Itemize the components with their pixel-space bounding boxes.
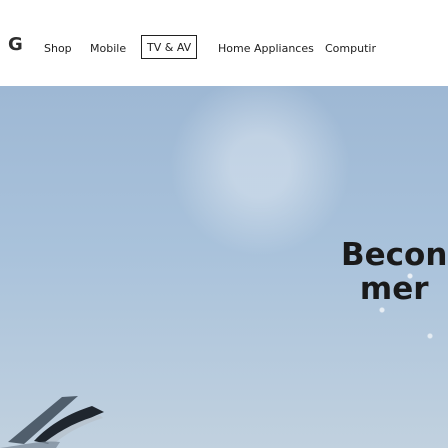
hero-banner[interactable]: Becon mer (0, 86, 448, 448)
top-navigation: G Shop Mobile TV & AV Home Appliances Co… (0, 0, 448, 86)
nav-item-home-appliances[interactable]: Home Appliances (218, 42, 314, 55)
nav-item-shop[interactable]: Shop (44, 42, 72, 55)
nav-item-computing[interactable]: Computir (325, 42, 376, 55)
product-image (0, 396, 104, 448)
hero-headline: Becon mer (341, 237, 448, 307)
nav-item-mobile[interactable]: Mobile (90, 42, 126, 55)
brand-logo[interactable]: G (8, 34, 23, 55)
nav-item-tv-av[interactable]: TV & AV (141, 35, 198, 59)
